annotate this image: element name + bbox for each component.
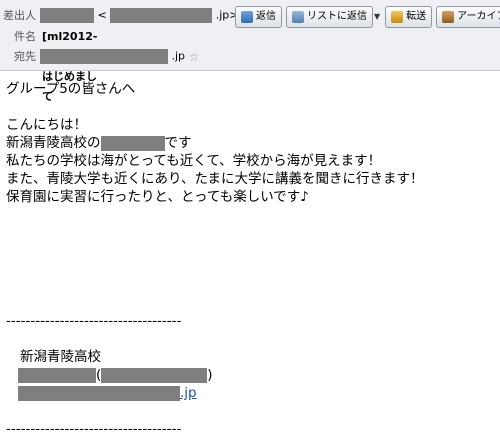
forward-icon — [391, 11, 404, 23]
archive-button[interactable]: アーカイブ — [436, 6, 500, 28]
redacted-recipient-address[interactable] — [40, 49, 168, 64]
subject-label: 件名 — [14, 30, 36, 43]
reply-button[interactable]: 返信 — [235, 6, 282, 28]
redacted-sender-email[interactable] — [18, 385, 180, 401]
message-header: 差出人 < .jp> ☆ 件名 [ml2012-05:0011] はじめまして … — [0, 0, 500, 103]
paren-close: ) — [207, 367, 213, 383]
redacted-sender-name — [18, 367, 96, 383]
redacted-sender-reading — [101, 367, 208, 383]
redacted-sender-address[interactable] — [110, 8, 213, 23]
chevron-down-icon[interactable]: ▼ — [373, 7, 381, 27]
reply-list-icon — [292, 11, 304, 23]
university-line: また、青陵大学も近くにあり、たまに大学に講義を聞きに行きます！ — [6, 171, 424, 187]
message-body: グループ5の皆さんへ こんにちは！ 新潟青陵高校の です 私たちの学校は海がとって… — [6, 80, 496, 438]
signature-school: 新潟青陵高校 — [20, 349, 101, 365]
reply-label: 返信 — [256, 11, 276, 22]
message-toolbar: 返信 リストに返信 ▼ 転送 アーカイブ — [235, 6, 500, 28]
greeting-line: グループ5の皆さんへ — [6, 81, 136, 97]
forward-label: 転送 — [406, 11, 427, 22]
to-domain: .jp — [171, 49, 186, 63]
redacted-sender-name — [40, 8, 94, 23]
school-line: 新潟青陵高校の です — [6, 134, 496, 152]
archive-icon — [442, 11, 455, 23]
sea-line: 私たちの学校は海がとっても近くて、学校から海が見えます！ — [6, 153, 382, 169]
hello-line: こんにちは！ — [6, 117, 87, 133]
nursery-line: 保育園に実習に行ったりと、とっても楽しいです♪ — [6, 189, 309, 205]
signature-contact-line: () — [6, 366, 496, 384]
school-suffix: です — [164, 135, 192, 151]
from-label: 差出人 — [3, 9, 36, 22]
archive-label: アーカイブ — [457, 11, 500, 22]
from-angle: < — [97, 8, 107, 22]
forward-button[interactable]: 転送 — [385, 6, 433, 28]
redacted-sender-name — [100, 135, 165, 151]
reply-icon — [241, 11, 253, 23]
school-prefix: 新潟青陵高校の — [6, 135, 101, 151]
email-link[interactable]: .jp — [180, 385, 197, 401]
separator-bottom: ------------------------------------ — [6, 421, 182, 437]
separator-top: ------------------------------------ — [6, 313, 182, 329]
star-icon[interactable]: ☆ — [189, 50, 200, 64]
signature-email-line: .jp — [6, 384, 496, 402]
reply-list-button[interactable]: リストに返信 — [286, 6, 373, 28]
to-label: 宛先 — [14, 50, 36, 63]
reply-list-label: リストに返信 — [307, 11, 367, 22]
